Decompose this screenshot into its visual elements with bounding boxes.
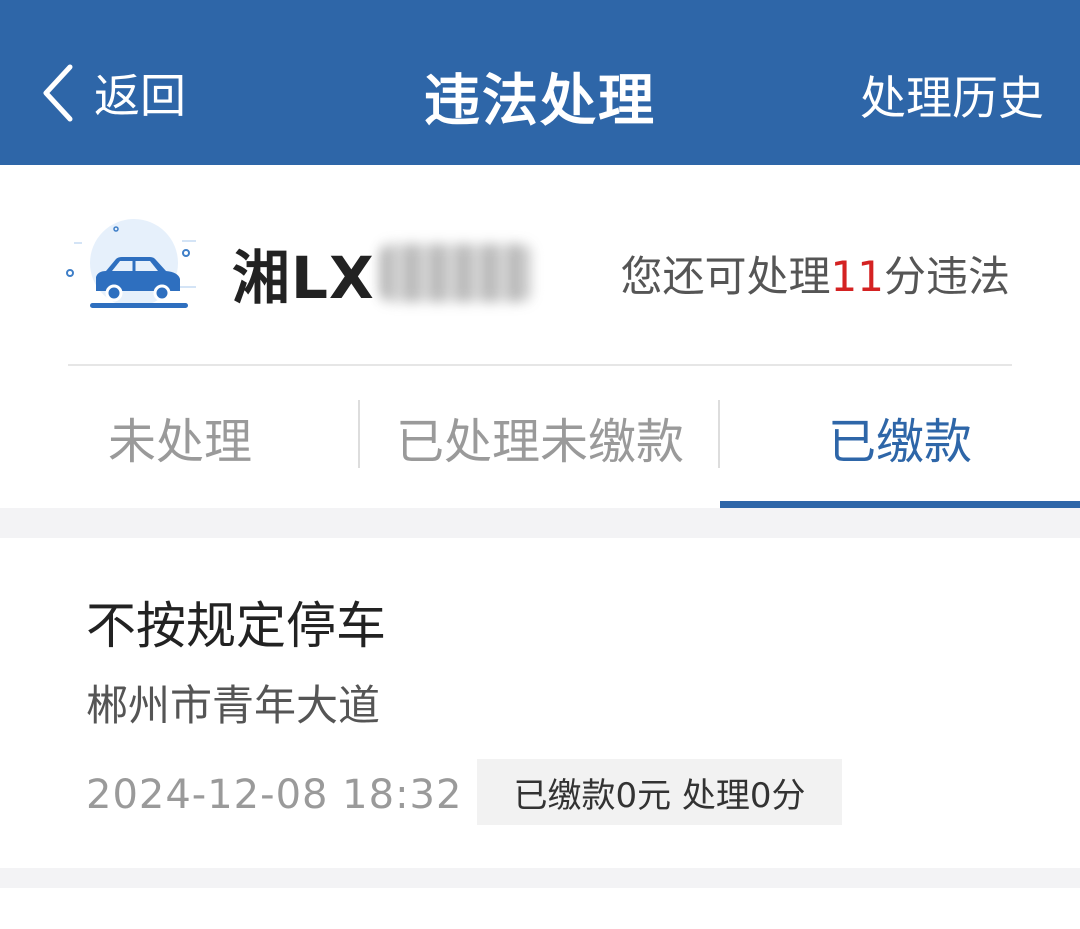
history-button[interactable]: 处理历史 [860, 62, 1044, 128]
car-icon [66, 219, 196, 308]
license-plate: 湘LX [232, 231, 531, 315]
tab-paid[interactable]: 已缴款 [720, 366, 1080, 508]
violation-location: 郴州市青年大道 [86, 681, 381, 730]
tab-processed-unpaid[interactable]: 已处理未缴款 [360, 366, 720, 508]
plate-redacted [380, 244, 531, 302]
active-tab-indicator [720, 501, 1080, 508]
points-prefix: 您还可处理 [620, 252, 831, 301]
violation-title: 不按规定停车 [86, 597, 386, 655]
app-header: 返回 违法处理 处理历史 [0, 0, 1080, 165]
status-badge: 已缴款0元 处理0分 [477, 759, 842, 825]
list-end [0, 888, 1080, 929]
points-value: 11 [830, 252, 884, 301]
section-gap [0, 868, 1080, 888]
violation-record[interactable]: 不按规定停车 郴州市青年大道 2024-12-08 18:32 已缴款0元 处理… [0, 538, 1080, 868]
remaining-points: 您还可处理11分违法 [621, 243, 1010, 304]
points-suffix: 分违法 [883, 252, 1010, 301]
vehicle-card: 湘LX 您还可处理11分违法 [0, 165, 1080, 365]
plate-number: 湘LX [232, 244, 375, 312]
violation-time: 2024-12-08 18:32 [86, 772, 463, 818]
tab-unprocessed[interactable]: 未处理 [0, 366, 360, 508]
status-tabs: 未处理 已处理未缴款 已缴款 [0, 366, 1080, 508]
section-gap [0, 508, 1080, 538]
